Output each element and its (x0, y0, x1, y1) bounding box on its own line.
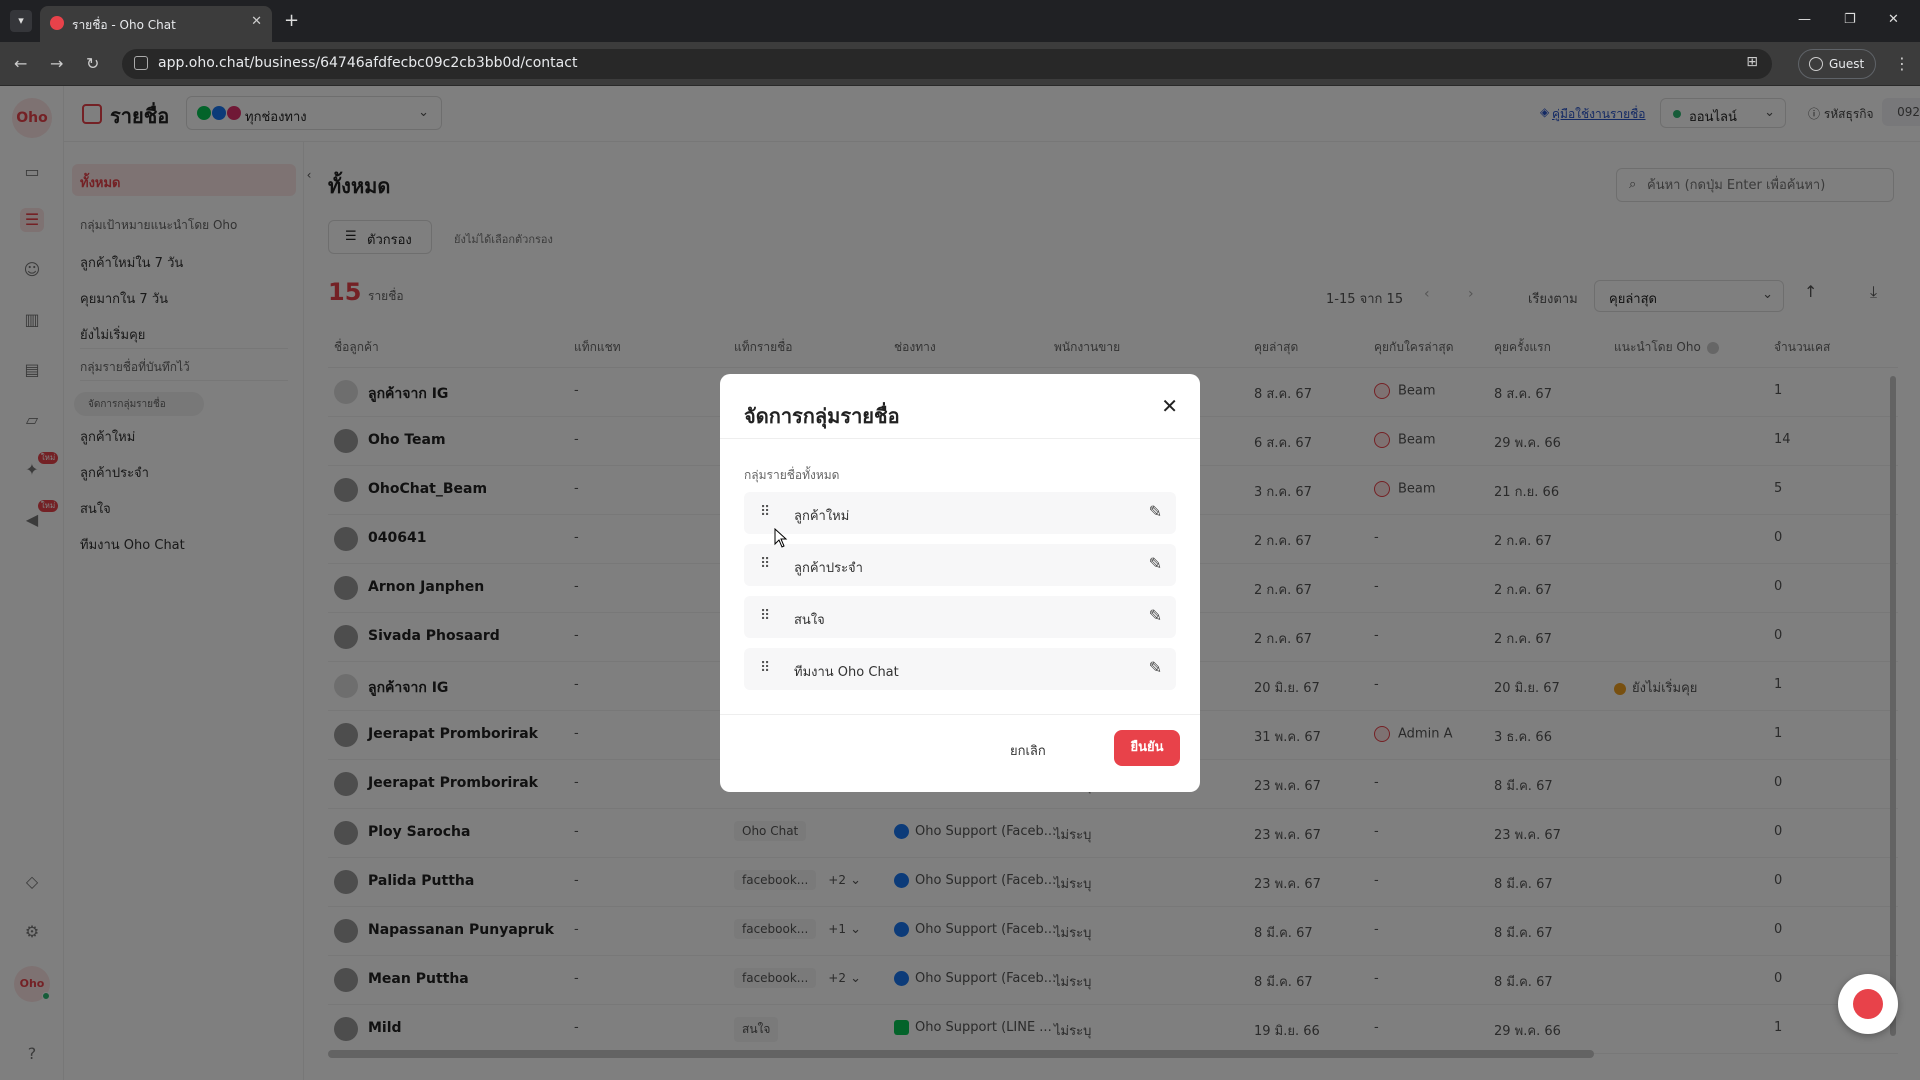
modal-section-label: กลุ่มรายชื่อทั้งหมด (744, 468, 840, 482)
tab-title: รายชื่อ - Oho Chat (72, 18, 176, 32)
modal-title: จัดการกลุ่มรายชื่อ (744, 404, 900, 428)
new-tab-icon[interactable]: + (284, 10, 299, 31)
translate-icon[interactable]: ⊞ (1746, 54, 1758, 70)
mouse-cursor-icon (774, 528, 788, 548)
chat-bubble-icon (1853, 989, 1883, 1019)
minimize-icon[interactable]: — (1798, 12, 1811, 27)
restore-icon[interactable]: ❐ (1844, 12, 1856, 27)
forward-icon[interactable]: → (50, 54, 63, 73)
group-row[interactable]: ⠿ ลูกค้าประจำ ✎ (744, 544, 1176, 586)
group-row[interactable]: ⠿ ลูกค้าใหม่ ✎ (744, 492, 1176, 534)
close-tab-icon[interactable]: ✕ (251, 14, 262, 29)
drag-handle-icon[interactable]: ⠿ (760, 660, 770, 676)
chat-widget-button[interactable] (1838, 974, 1898, 1034)
profile-label: Guest (1829, 57, 1865, 71)
site-info-icon[interactable] (134, 56, 148, 70)
browser-tabbar: ▾ รายชื่อ - Oho Chat ✕ + — ❐ ✕ (0, 0, 1920, 42)
group-name: ลูกค้าใหม่ (794, 509, 850, 524)
edit-pencil-icon[interactable]: ✎ (1149, 658, 1162, 677)
reload-icon[interactable]: ↻ (86, 54, 99, 73)
group-name: สนใจ (794, 613, 825, 628)
browser-menu-icon[interactable]: ⋮ (1894, 54, 1910, 73)
modal-divider (720, 714, 1200, 715)
edit-pencil-icon[interactable]: ✎ (1149, 502, 1162, 521)
close-icon[interactable]: ✕ (1161, 394, 1178, 418)
edit-pencil-icon[interactable]: ✎ (1149, 606, 1162, 625)
drag-handle-icon[interactable]: ⠿ (760, 608, 770, 624)
edit-pencil-icon[interactable]: ✎ (1149, 554, 1162, 573)
group-row[interactable]: ⠿ สนใจ ✎ (744, 596, 1176, 638)
url-text: app.oho.chat/business/64746afdfecbc09c2c… (158, 55, 578, 71)
drag-handle-icon[interactable]: ⠿ (760, 556, 770, 572)
confirm-button[interactable]: ยืนยัน (1114, 730, 1180, 766)
profile-icon (1809, 57, 1823, 71)
profile-button[interactable]: Guest (1798, 49, 1876, 79)
browser-tab[interactable]: รายชื่อ - Oho Chat ✕ (40, 6, 272, 42)
tab-search-button[interactable]: ▾ (10, 10, 32, 32)
group-row[interactable]: ⠿ ทีมงาน Oho Chat ✎ (744, 648, 1176, 690)
modal-divider (720, 438, 1200, 439)
omnibox[interactable]: app.oho.chat/business/64746afdfecbc09c2c… (122, 49, 1772, 79)
address-bar: ← → ↻ app.oho.chat/business/64746afdfecb… (0, 42, 1920, 86)
oho-favicon-icon (50, 16, 64, 30)
group-name: ทีมงาน Oho Chat (794, 665, 899, 680)
manage-groups-modal: จัดการกลุ่มรายชื่อ ✕ กลุ่มรายชื่อทั้งหมด… (720, 374, 1200, 792)
drag-handle-icon[interactable]: ⠿ (760, 504, 770, 520)
close-window-icon[interactable]: ✕ (1888, 12, 1899, 27)
back-icon[interactable]: ← (14, 54, 27, 73)
cancel-button[interactable]: ยกเลิก (1010, 740, 1046, 761)
group-name: ลูกค้าประจำ (794, 561, 863, 576)
